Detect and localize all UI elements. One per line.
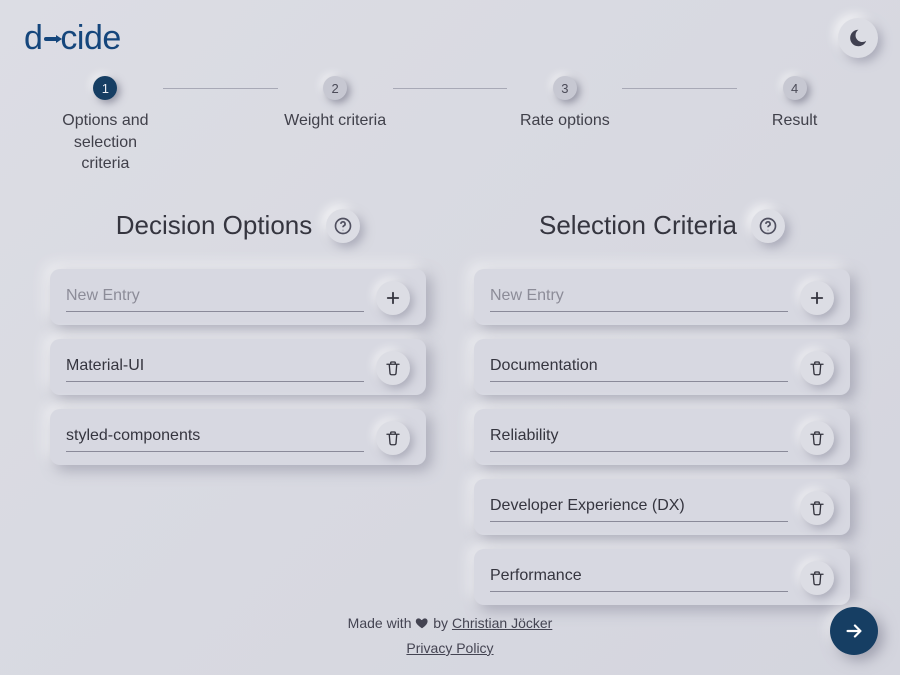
step-4-label: Result — [772, 110, 817, 132]
step-connector — [622, 88, 737, 89]
next-step-button[interactable] — [830, 607, 878, 655]
step-connector — [393, 88, 508, 89]
arrow-right-icon — [843, 620, 865, 642]
help-icon — [758, 216, 778, 236]
criterion-card — [474, 339, 850, 395]
delete-option-button[interactable] — [376, 351, 410, 385]
selection-criteria-header: Selection Criteria — [474, 209, 850, 243]
trash-icon — [384, 359, 402, 377]
decision-options-header: Decision Options — [50, 209, 426, 243]
app-logo: d cide — [24, 19, 121, 58]
trash-icon — [808, 429, 826, 447]
add-option-button[interactable] — [376, 281, 410, 315]
logo-dash-icon — [44, 37, 58, 41]
footer: Made with by Christian Jöcker Privacy Po… — [0, 611, 900, 661]
main-content: Decision Options Selection C — [0, 175, 900, 619]
option-input[interactable] — [66, 423, 364, 452]
help-icon — [333, 216, 353, 236]
criterion-card — [474, 409, 850, 465]
step-3[interactable]: 3 Rate options — [507, 76, 622, 132]
footer-made: Made with — [348, 615, 416, 631]
plus-icon — [384, 289, 402, 307]
step-1-label: Options and selection criteria — [48, 110, 163, 175]
criterion-input[interactable] — [490, 563, 788, 592]
criterion-input[interactable] — [490, 423, 788, 452]
add-criterion-button[interactable] — [800, 281, 834, 315]
trash-icon — [808, 359, 826, 377]
selection-criteria-title: Selection Criteria — [539, 210, 737, 241]
option-card — [50, 339, 426, 395]
new-criterion-input[interactable] — [490, 283, 788, 312]
new-option-card — [50, 269, 426, 325]
new-option-input[interactable] — [66, 283, 364, 312]
step-4[interactable]: 4 Result — [737, 76, 852, 132]
trash-icon — [808, 499, 826, 517]
logo-part2: cide — [60, 19, 120, 58]
criterion-card — [474, 549, 850, 605]
step-1-circle: 1 — [93, 76, 117, 100]
theme-toggle-button[interactable] — [838, 18, 878, 58]
option-card — [50, 409, 426, 465]
decision-options-column: Decision Options — [50, 209, 426, 619]
selection-criteria-help-button[interactable] — [751, 209, 785, 243]
step-1[interactable]: 1 Options and selection criteria — [48, 76, 163, 175]
step-2-label: Weight criteria — [284, 110, 386, 132]
criterion-input[interactable] — [490, 493, 788, 522]
criterion-card — [474, 479, 850, 535]
delete-criterion-button[interactable] — [800, 561, 834, 595]
delete-criterion-button[interactable] — [800, 491, 834, 525]
privacy-policy-link[interactable]: Privacy Policy — [406, 640, 493, 656]
delete-option-button[interactable] — [376, 421, 410, 455]
step-3-label: Rate options — [520, 110, 610, 132]
moon-icon — [847, 27, 869, 49]
step-2[interactable]: 2 Weight criteria — [278, 76, 393, 132]
option-input[interactable] — [66, 353, 364, 382]
logo-part1: d — [24, 19, 42, 58]
selection-criteria-column: Selection Criteria — [474, 209, 850, 619]
trash-icon — [384, 429, 402, 447]
author-link[interactable]: Christian Jöcker — [452, 615, 552, 631]
delete-criterion-button[interactable] — [800, 351, 834, 385]
step-connector — [163, 88, 278, 89]
heart-icon — [415, 616, 429, 630]
step-3-circle: 3 — [553, 76, 577, 100]
footer-credit: Made with by Christian Jöcker — [0, 611, 900, 636]
new-criterion-card — [474, 269, 850, 325]
plus-icon — [808, 289, 826, 307]
step-2-circle: 2 — [323, 76, 347, 100]
criterion-input[interactable] — [490, 353, 788, 382]
step-4-circle: 4 — [783, 76, 807, 100]
top-bar: d cide — [0, 0, 900, 58]
decision-options-title: Decision Options — [116, 210, 313, 241]
decision-options-help-button[interactable] — [326, 209, 360, 243]
delete-criterion-button[interactable] — [800, 421, 834, 455]
footer-by: by — [433, 615, 452, 631]
progress-stepper: 1 Options and selection criteria 2 Weigh… — [0, 58, 900, 175]
trash-icon — [808, 569, 826, 587]
